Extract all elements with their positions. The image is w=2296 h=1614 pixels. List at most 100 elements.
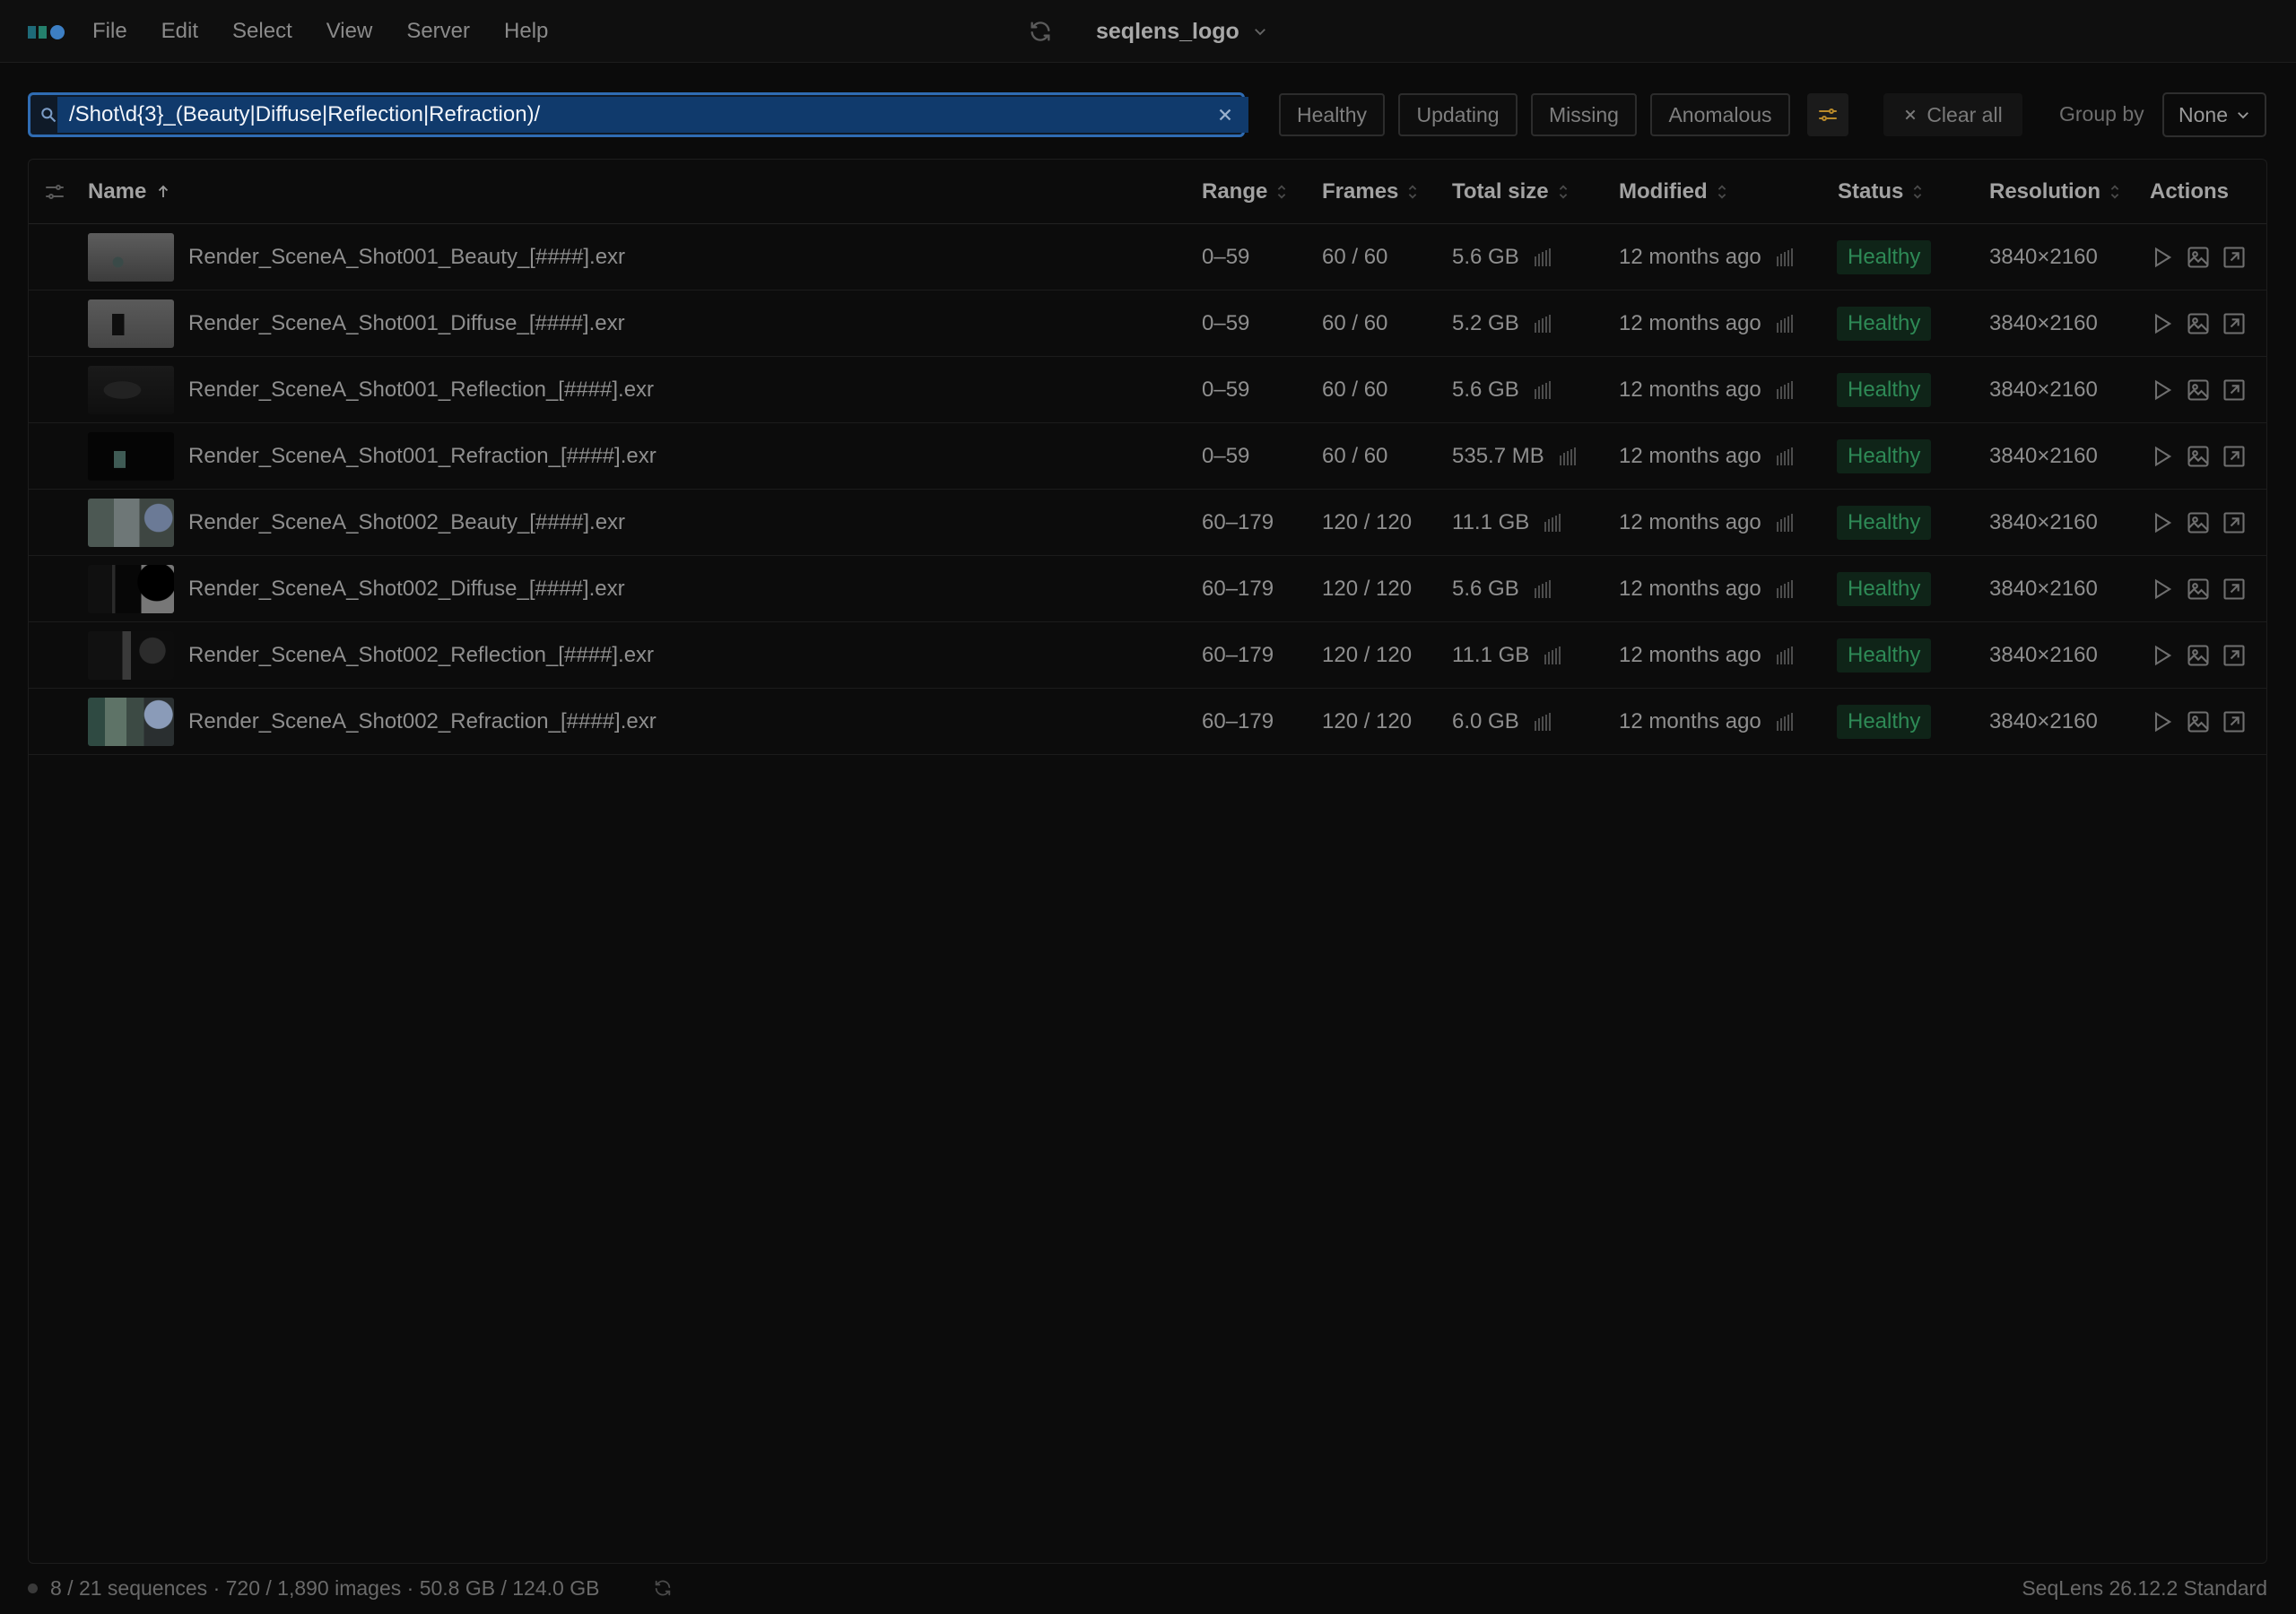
image-icon[interactable] xyxy=(2186,577,2211,602)
refresh-icon[interactable] xyxy=(653,1578,673,1598)
menu-select[interactable]: Select xyxy=(232,19,292,44)
size-chart-icon[interactable] xyxy=(1544,513,1563,532)
image-icon[interactable] xyxy=(2186,311,2211,336)
table-row[interactable]: Render_SceneA_Shot001_Diffuse_[####].exr… xyxy=(29,291,2266,357)
open-external-icon[interactable] xyxy=(2222,245,2247,270)
table-row[interactable]: Render_SceneA_Shot002_Reflection_[####].… xyxy=(29,622,2266,689)
search-query-text[interactable]: /Shot\d{3}_(Beauty|Diffuse|Reflection|Re… xyxy=(69,102,540,127)
image-icon[interactable] xyxy=(2186,709,2211,734)
play-icon[interactable] xyxy=(2150,709,2175,734)
filter-chip-missing[interactable]: Missing xyxy=(1531,93,1637,136)
table-row[interactable]: Render_SceneA_Shot001_Reflection_[####].… xyxy=(29,357,2266,423)
project-switcher[interactable]: seqlens_logo xyxy=(1028,0,1268,63)
column-header-actions: Actions xyxy=(2150,179,2229,204)
clear-all-button[interactable]: Clear all xyxy=(1883,93,2022,136)
open-external-icon[interactable] xyxy=(2222,444,2247,469)
project-title[interactable]: seqlens_logo xyxy=(1096,19,1239,45)
table-row[interactable]: Render_SceneA_Shot001_Refraction_[####].… xyxy=(29,423,2266,490)
size-chart-icon[interactable] xyxy=(1534,247,1553,266)
menu-view[interactable]: View xyxy=(326,19,373,44)
sequence-name: Render_SceneA_Shot001_Diffuse_[####].exr xyxy=(188,310,625,335)
column-header-name[interactable]: Name xyxy=(88,179,171,204)
column-header-range-label: Range xyxy=(1202,179,1268,204)
menu-server[interactable]: Server xyxy=(406,19,470,44)
sync-icon[interactable] xyxy=(1028,19,1053,44)
sequence-modified: 12 months ago xyxy=(1619,443,1761,468)
column-header-total-size[interactable]: Total size xyxy=(1452,179,1569,204)
open-external-icon[interactable] xyxy=(2222,377,2247,403)
sequence-modified: 12 months ago xyxy=(1619,642,1761,667)
size-chart-icon[interactable] xyxy=(1776,380,1796,399)
size-chart-icon[interactable] xyxy=(1776,247,1796,266)
chevron-down-icon xyxy=(2238,112,2248,119)
table-row[interactable]: Render_SceneA_Shot001_Beauty_[####].exr 0… xyxy=(29,224,2266,291)
play-icon[interactable] xyxy=(2150,577,2175,602)
size-chart-icon[interactable] xyxy=(1534,314,1553,333)
filter-chip-updating[interactable]: Updating xyxy=(1398,93,1518,136)
group-by-value: None xyxy=(2179,102,2228,126)
filter-chip-healthy[interactable]: Healthy xyxy=(1279,93,1385,136)
open-external-icon[interactable] xyxy=(2222,311,2247,336)
open-external-icon[interactable] xyxy=(2222,510,2247,535)
menu-edit[interactable]: Edit xyxy=(161,19,198,44)
sequence-range: 60–179 xyxy=(1202,708,1274,733)
size-chart-icon[interactable] xyxy=(1776,513,1796,532)
search-input[interactable]: /Shot\d{3}_(Beauty|Diffuse|Reflection|Re… xyxy=(28,92,1248,137)
sequence-modified: 12 months ago xyxy=(1619,708,1761,733)
menu-help[interactable]: Help xyxy=(504,19,548,44)
table-row[interactable]: Render_SceneA_Shot002_Beauty_[####].exr 6… xyxy=(29,490,2266,556)
size-chart-icon[interactable] xyxy=(1544,646,1563,664)
table-row[interactable]: Render_SceneA_Shot002_Refraction_[####].… xyxy=(29,689,2266,755)
column-header-resolution[interactable]: Resolution xyxy=(1989,179,2120,204)
size-chart-icon[interactable] xyxy=(1776,712,1796,731)
image-icon[interactable] xyxy=(2186,643,2211,668)
size-chart-icon[interactable] xyxy=(1776,314,1796,333)
play-icon[interactable] xyxy=(2150,245,2175,270)
sequence-thumbnail xyxy=(88,565,174,613)
table-row[interactable]: Render_SceneA_Shot002_Diffuse_[####].exr… xyxy=(29,556,2266,622)
size-chart-icon[interactable] xyxy=(1776,646,1796,664)
sequence-range: 60–179 xyxy=(1202,576,1274,601)
sort-icon xyxy=(1718,185,1726,199)
open-external-icon[interactable] xyxy=(2222,577,2247,602)
play-icon[interactable] xyxy=(2150,444,2175,469)
menu-file[interactable]: File xyxy=(92,19,127,44)
play-icon[interactable] xyxy=(2150,510,2175,535)
size-chart-icon[interactable] xyxy=(1534,579,1553,598)
column-header-modified[interactable]: Modified xyxy=(1619,179,1727,204)
column-settings-icon[interactable] xyxy=(43,181,66,203)
chevron-down-icon[interactable] xyxy=(1252,23,1268,39)
sequence-size: 5.6 GB xyxy=(1452,576,1519,601)
close-icon[interactable] xyxy=(1215,105,1235,125)
image-icon[interactable] xyxy=(2186,245,2211,270)
play-icon[interactable] xyxy=(2150,643,2175,668)
column-header-range[interactable]: Range xyxy=(1202,179,1287,204)
image-icon[interactable] xyxy=(2186,444,2211,469)
column-header-status[interactable]: Status xyxy=(1838,179,1923,204)
connection-indicator xyxy=(28,1584,38,1593)
play-icon[interactable] xyxy=(2150,311,2175,336)
filter-chip-anomalous[interactable]: Anomalous xyxy=(1650,93,1790,136)
sequence-name: Render_SceneA_Shot002_Reflection_[####].… xyxy=(188,642,655,667)
group-by-select[interactable]: None xyxy=(2162,92,2266,137)
size-chart-icon[interactable] xyxy=(1776,579,1796,598)
image-icon[interactable] xyxy=(2186,510,2211,535)
sort-ascending-icon xyxy=(159,185,169,197)
play-icon[interactable] xyxy=(2150,377,2175,403)
sequence-frames: 60 / 60 xyxy=(1322,443,1388,468)
size-chart-icon[interactable] xyxy=(1534,380,1553,399)
filter-settings-button[interactable] xyxy=(1807,93,1848,136)
sequence-modified-cell: 12 months ago xyxy=(1619,622,1796,688)
size-chart-icon[interactable] xyxy=(1534,712,1553,731)
column-header-frames[interactable]: Frames xyxy=(1322,179,1418,204)
status-badge: Healthy xyxy=(1837,506,1932,540)
size-chart-icon[interactable] xyxy=(1559,447,1578,465)
sort-icon xyxy=(1914,185,1922,199)
table-header: Name Range Frames Total size Modified St… xyxy=(29,160,2266,224)
sequence-frames: 60 / 60 xyxy=(1322,377,1388,402)
open-external-icon[interactable] xyxy=(2222,709,2247,734)
image-icon[interactable] xyxy=(2186,377,2211,403)
size-chart-icon[interactable] xyxy=(1776,447,1796,465)
open-external-icon[interactable] xyxy=(2222,643,2247,668)
sequence-thumbnail xyxy=(88,499,174,547)
